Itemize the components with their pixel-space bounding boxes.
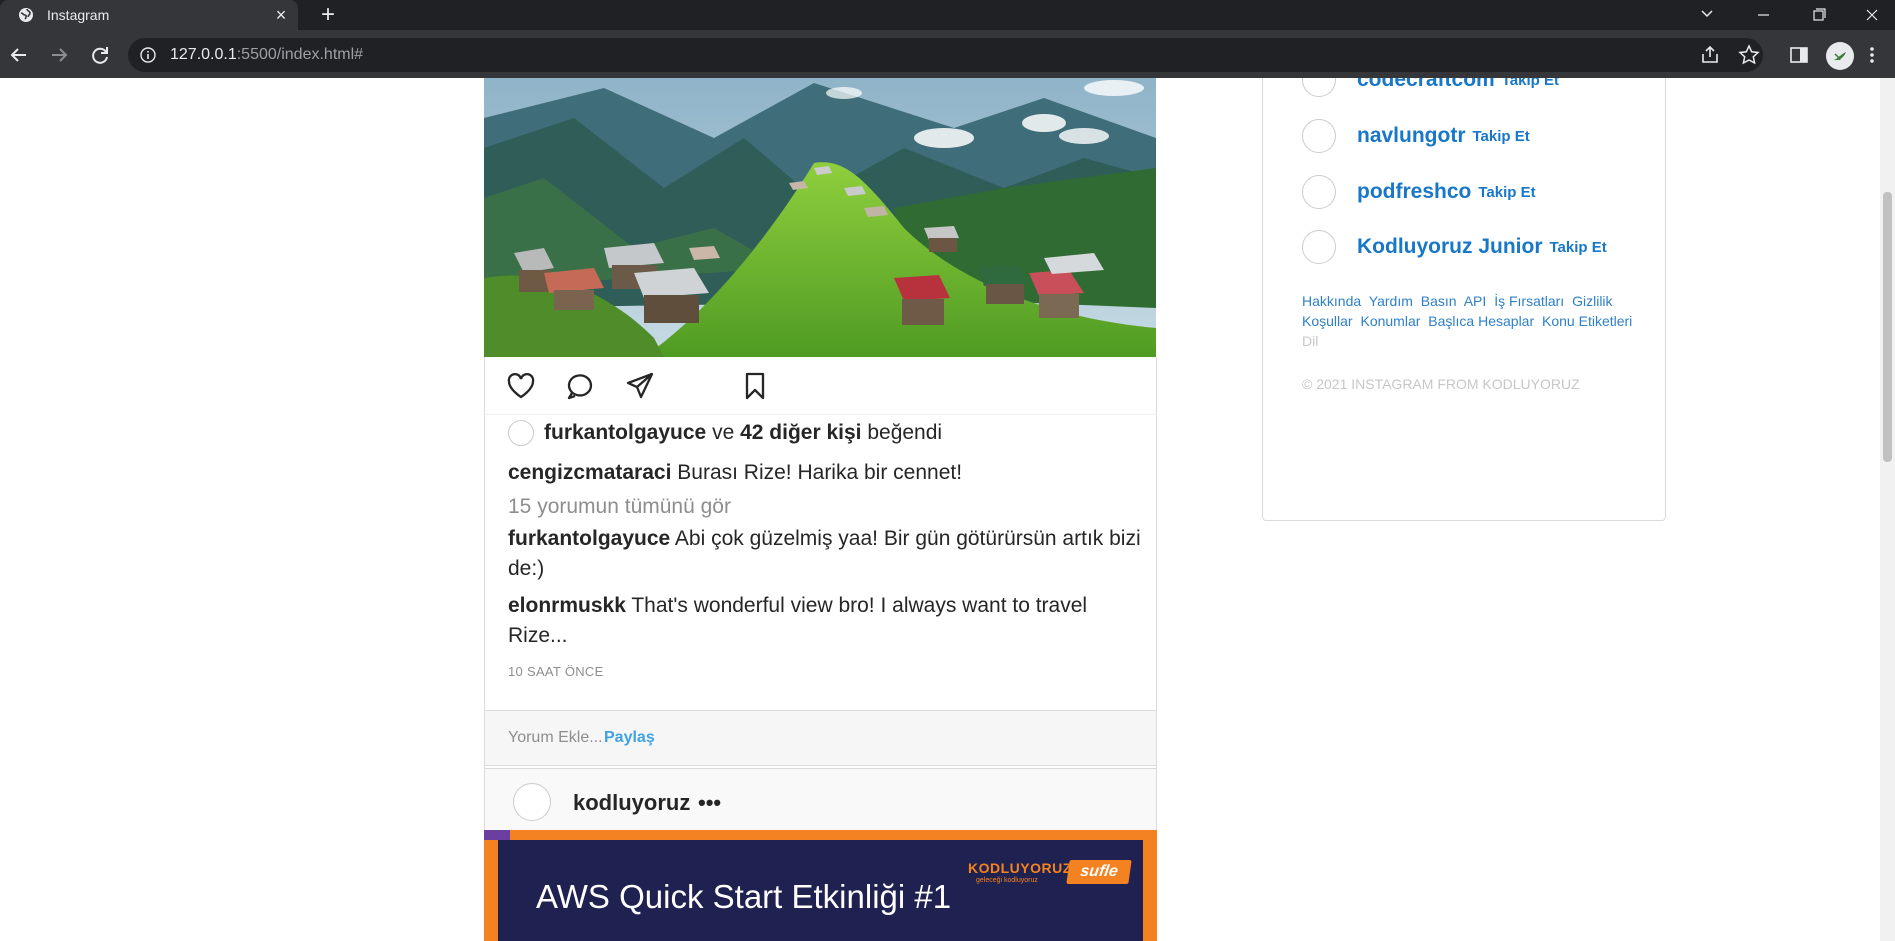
follow-button[interactable]: Takip Et — [1502, 78, 1559, 89]
close-window-icon[interactable] — [1849, 0, 1895, 30]
kodluyoruz-logo: KODLUYORUZ — [968, 860, 1072, 876]
liker-avatar[interactable] — [508, 420, 534, 446]
add-comment-input[interactable]: Yorum Ekle... — [508, 729, 603, 747]
suggestion-item: Kodluyoruz Junior Takip Et — [1302, 230, 1607, 264]
suggestion-avatar[interactable] — [1302, 175, 1336, 209]
post-author-avatar[interactable] — [513, 783, 551, 821]
tab-title: Instagram — [47, 7, 110, 23]
profile-avatar[interactable] — [1826, 42, 1854, 70]
footer-link-help[interactable]: Yardım — [1369, 293, 1413, 309]
suggestion-item: navlungotr Takip Et — [1302, 119, 1530, 153]
post-caption: cengizcmataraci Burası Rize! Harika bir … — [508, 458, 1148, 488]
post-timestamp: 10 SAAT ÖNCE — [508, 664, 604, 679]
footer-link-top-accounts[interactable]: Başlıca Hesaplar — [1428, 313, 1534, 329]
post-image[interactable]: AWS Quick Start Etkinliği #1 KODLUYORUZ … — [484, 830, 1157, 941]
post-author-username[interactable]: kodluyoruz — [573, 790, 690, 816]
comment-item: elonrmuskk That's wonderful view bro! I … — [508, 591, 1148, 651]
new-tab-button[interactable]: + — [316, 3, 340, 27]
footer-link-terms[interactable]: Koşullar — [1302, 313, 1353, 329]
suggestion-username[interactable]: codecraftcom — [1357, 78, 1495, 92]
footer-link-hashtags[interactable]: Konu Etiketleri — [1542, 313, 1632, 329]
banner-title: AWS Quick Start Etkinliği #1 — [536, 878, 952, 915]
likes-summary: furkantolgayuce ve 42 diğer kişi beğendi — [508, 419, 942, 447]
sufle-logo: sufle — [1066, 860, 1132, 884]
suggestion-item: codecraftcom Takip Et — [1302, 78, 1559, 97]
comment-item: furkantolgayuce Abi çok güzelmiş yaa! Bi… — [508, 524, 1148, 584]
comment-icon[interactable] — [564, 370, 596, 402]
footer-link-privacy[interactable]: Gizlilik — [1572, 293, 1612, 309]
bookmark-star-icon[interactable] — [1738, 44, 1760, 66]
suggestion-avatar[interactable] — [1302, 78, 1336, 97]
landscape-image — [484, 78, 1156, 357]
reload-icon[interactable] — [85, 40, 115, 70]
share-page-icon[interactable] — [1699, 44, 1721, 66]
suggestion-username[interactable]: Kodluyoruz Junior — [1357, 235, 1543, 259]
suggestion-avatar[interactable] — [1302, 230, 1336, 264]
restore-icon[interactable] — [1796, 0, 1842, 30]
footer-link-press[interactable]: Basın — [1421, 293, 1457, 309]
suggestion-item: podfreshco Takip Et — [1302, 175, 1536, 209]
bookmark-icon[interactable] — [739, 370, 771, 402]
caption-text: Burası Rize! Harika bir cennet! — [677, 461, 963, 484]
more-options-button[interactable]: ••• — [698, 790, 721, 816]
page-viewport: furkantolgayuce ve 42 diğer kişi beğendi… — [0, 78, 1880, 941]
site-info-icon[interactable] — [140, 47, 156, 63]
url-text: 127.0.0.1:5500/index.html# — [170, 46, 364, 63]
address-bar[interactable] — [128, 38, 1763, 72]
copyright-text: © 2021 INSTAGRAM FROM KODLUYORUZ — [1302, 376, 1580, 392]
likes-count[interactable]: 42 diğer kişi — [740, 421, 861, 445]
suggestion-username[interactable]: podfreshco — [1357, 180, 1471, 204]
menu-dots-icon[interactable] — [1867, 44, 1877, 66]
follow-button[interactable]: Takip Et — [1478, 184, 1535, 201]
forward-arrow-icon[interactable] — [44, 40, 74, 70]
post-photo[interactable] — [484, 78, 1156, 357]
minimize-icon[interactable] — [1740, 0, 1786, 30]
tab-search-icon[interactable] — [1684, 0, 1730, 30]
kodluyoruz-tagline: geleceği kodluyoruz — [976, 877, 1038, 884]
comment-username[interactable]: elonrmuskk — [508, 594, 626, 617]
footer-link-locations[interactable]: Konumlar — [1360, 313, 1420, 329]
follow-button[interactable]: Takip Et — [1473, 128, 1530, 145]
suggestion-avatar[interactable] — [1302, 119, 1336, 153]
footer-link-language[interactable]: Dil — [1302, 333, 1318, 349]
heart-icon[interactable] — [505, 370, 537, 402]
close-tab-icon[interactable]: × — [272, 6, 290, 24]
comment-username[interactable]: furkantolgayuce — [508, 527, 670, 550]
back-arrow-icon[interactable] — [4, 40, 34, 70]
view-all-comments-link[interactable]: 15 yorumun tümünü gör — [508, 495, 731, 519]
banner-accent — [484, 830, 510, 840]
footer-link-api[interactable]: API — [1464, 293, 1487, 309]
liker-username[interactable]: furkantolgayuce — [544, 421, 706, 445]
scrollbar-thumb[interactable] — [1883, 192, 1892, 462]
share-comment-button[interactable]: Paylaş — [604, 729, 655, 747]
profile-leaf-icon — [1834, 52, 1846, 61]
follow-button[interactable]: Takip Et — [1550, 239, 1607, 256]
caption-username[interactable]: cengizcmataraci — [508, 461, 671, 484]
event-banner: AWS Quick Start Etkinliği #1 KODLUYORUZ … — [498, 840, 1143, 941]
suggestion-username[interactable]: navlungotr — [1357, 124, 1466, 148]
browser-tab[interactable]: Instagram × — [0, 0, 298, 30]
send-icon[interactable] — [624, 370, 656, 402]
footer-links: Hakkında Yardım Basın API İş Fırsatları … — [1302, 291, 1642, 351]
footer-link-about[interactable]: Hakkında — [1302, 293, 1361, 309]
side-panel-icon[interactable] — [1788, 44, 1810, 66]
footer-link-jobs[interactable]: İş Fırsatları — [1494, 293, 1564, 309]
globe-icon — [19, 8, 33, 22]
